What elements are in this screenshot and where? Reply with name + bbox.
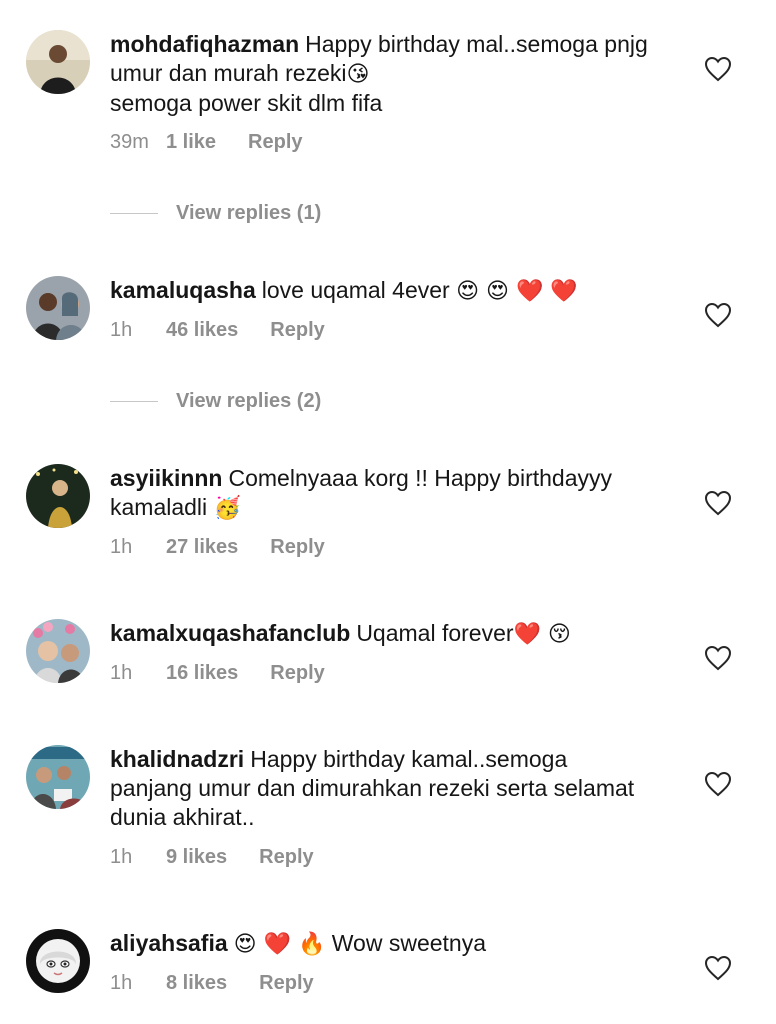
username[interactable]: kamalxuqashafanclub [110, 620, 350, 646]
username[interactable]: aliyahsafia [110, 930, 228, 956]
likes-count[interactable]: 27 likes [166, 536, 238, 559]
heart-eyes-emoji-icon: 😍 😍 ❤️ ❤️ [456, 279, 578, 304]
likes-count[interactable]: 9 likes [166, 846, 227, 869]
like-heart-icon[interactable] [704, 490, 732, 516]
timestamp: 39m [110, 131, 149, 153]
comment-meta: 1h 27 likes Reply [110, 536, 325, 559]
kiss-emoji-icon: 😘 [346, 62, 370, 87]
avatar[interactable] [26, 276, 90, 340]
comment-meta: 1h 16 likes Reply [110, 662, 325, 685]
comments-list: mohdafiqhazman Happy birthday mal..semoga… [0, 0, 776, 1024]
comment-text: asyiikinnn Comelnyaaa korg !! Happy birth… [110, 465, 613, 521]
avatar[interactable] [26, 619, 90, 683]
like-heart-icon[interactable] [704, 645, 732, 671]
like-heart-icon[interactable] [704, 955, 732, 981]
like-heart-icon[interactable] [704, 56, 732, 82]
timestamp: 1h [110, 536, 133, 558]
likes-count[interactable]: 46 likes [166, 319, 238, 342]
view-replies-button[interactable]: View replies (1) [110, 202, 321, 225]
timestamp: 1h [110, 846, 133, 868]
comment-text: mohdafiqhazman Happy birthday mal..semoga… [110, 31, 648, 116]
comment-meta: 1h 8 likes Reply [110, 972, 314, 995]
likes-count[interactable]: 1 like [166, 131, 216, 154]
reply-button[interactable]: Reply [259, 972, 313, 995]
reply-button[interactable]: Reply [270, 319, 324, 342]
username[interactable]: kamaluqasha [110, 277, 256, 303]
like-heart-icon[interactable] [704, 302, 732, 328]
reply-button[interactable]: Reply [259, 846, 313, 869]
timestamp: 1h [110, 319, 133, 341]
comment-text: kamalxuqashafanclub Uqamal forever❤️ 😚 [110, 620, 571, 647]
likes-count[interactable]: 16 likes [166, 662, 238, 685]
like-heart-icon[interactable] [704, 771, 732, 797]
timestamp: 1h [110, 972, 133, 994]
comment-text: kamaluqasha love uqamal 4ever 😍 😍 ❤️ ❤️ [110, 277, 578, 304]
heart-eyes-emoji-icon: 😍 ❤️ 🔥 [233, 932, 326, 957]
divider-line [110, 401, 158, 402]
username[interactable]: asyiikinnn [110, 465, 222, 491]
reply-button[interactable]: Reply [270, 662, 324, 685]
avatar[interactable] [26, 929, 90, 993]
comment-text: khalidnadzri Happy birthday kamal..semoga… [110, 746, 635, 830]
divider-line [110, 213, 158, 214]
comment-meta: 39m 1 like Reply [110, 131, 303, 154]
username[interactable]: mohdafiqhazman [110, 31, 299, 57]
avatar[interactable] [26, 745, 90, 809]
party-face-emoji-icon: 🥳 [213, 496, 241, 521]
likes-count[interactable]: 8 likes [166, 972, 227, 995]
comment-text: aliyahsafia 😍 ❤️ 🔥 Wow sweetnya [110, 930, 487, 957]
username[interactable]: khalidnadzri [110, 746, 244, 772]
reply-button[interactable]: Reply [270, 536, 324, 559]
view-replies-button[interactable]: View replies (2) [110, 390, 321, 413]
reply-button[interactable]: Reply [248, 131, 302, 154]
comment-meta: 1h 9 likes Reply [110, 846, 314, 869]
heart-emoji-icon: ❤️ 😚 [513, 622, 571, 647]
comment-meta: 1h 46 likes Reply [110, 319, 325, 342]
avatar[interactable] [26, 30, 90, 94]
timestamp: 1h [110, 662, 133, 684]
avatar[interactable] [26, 464, 90, 528]
